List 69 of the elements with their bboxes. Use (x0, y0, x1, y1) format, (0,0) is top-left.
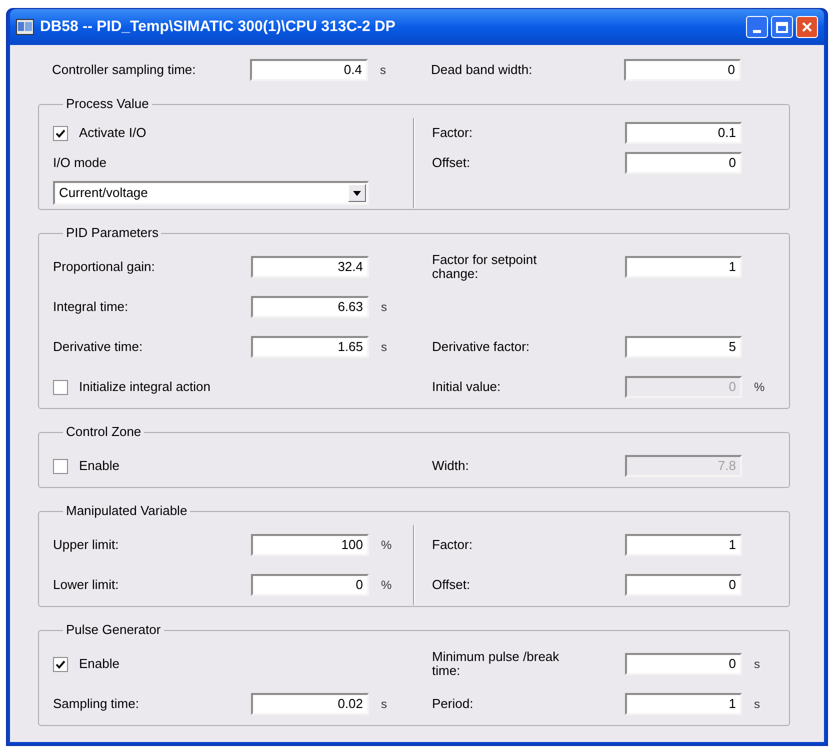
field-label: Width: (432, 459, 470, 473)
field-label: Proportional gain: (53, 260, 156, 274)
group-title: Manipulated Variable (65, 503, 188, 519)
input-field[interactable]: 0.4 (250, 59, 368, 81)
input-field[interactable]: 1 (625, 534, 742, 556)
input-field[interactable]: 1 (625, 693, 742, 715)
checkbox-label: Enable (79, 457, 120, 476)
input-field[interactable]: 32.4 (251, 256, 369, 278)
unit-label: s (380, 339, 388, 356)
group-title: Control Zone (65, 424, 142, 440)
unit-label: s (380, 299, 388, 316)
field-label: Dead band width: (431, 63, 534, 77)
checkbox[interactable] (53, 656, 68, 672)
minimize-button[interactable] (746, 16, 768, 38)
unit-label: s (753, 696, 761, 713)
field-label: Factor for setpoint change: (432, 253, 538, 281)
field-label: Factor: (432, 126, 474, 140)
input-field[interactable]: 0.1 (625, 122, 742, 144)
field-label: Offset: (432, 156, 472, 170)
input-field[interactable]: 0.02 (251, 693, 369, 715)
close-icon (801, 21, 813, 33)
input-field[interactable]: 100 (251, 534, 369, 556)
field-label: Derivative time: (53, 340, 144, 354)
group-title: PID Parameters (65, 225, 160, 241)
unit-label: s (380, 696, 388, 713)
field-label: Initial value: (432, 380, 502, 394)
input-field[interactable]: 0 (251, 574, 369, 596)
field-label: Derivative factor: (432, 340, 531, 354)
unit-label: s (753, 656, 761, 673)
field-label: Controller sampling time: (52, 63, 197, 77)
checkbox-label: Activate I/O (79, 124, 146, 142)
checkbox-label: Enable (79, 655, 120, 674)
checkbox[interactable] (53, 458, 68, 474)
field-label: Integral time: (53, 300, 130, 314)
maximize-icon (776, 22, 788, 32)
minimize-icon (753, 30, 761, 33)
input-field[interactable]: 0 (625, 653, 742, 675)
checkbox[interactable] (53, 380, 68, 394)
input-field[interactable]: 5 (625, 336, 742, 358)
field-label: Sampling time: (53, 697, 140, 711)
field-label: Period: (432, 697, 474, 711)
io-mode-dropdown[interactable]: Current/voltage (53, 181, 369, 205)
field-label: Factor: (432, 538, 474, 552)
field-label: Lower limit: (53, 578, 120, 592)
unit-label: % (753, 379, 766, 396)
input-field[interactable]: 1.65 (251, 336, 369, 358)
field-label: Offset: (432, 578, 472, 592)
window-title: DB58 -- PID_Temp\SIMATIC 300(1)\CPU 313C-2 DP (40, 16, 396, 37)
group-title: Pulse Generator (65, 622, 162, 638)
unit-label: s (379, 62, 387, 79)
field-label: Upper limit: (53, 538, 120, 552)
checkbox-label: Initialize integral action (79, 378, 211, 396)
check-icon (55, 658, 66, 670)
input-field[interactable]: 6.63 (251, 296, 369, 318)
input-field[interactable]: 0 (625, 152, 742, 174)
input-field[interactable]: 0 (624, 59, 741, 81)
check-icon (55, 128, 66, 138)
input-field[interactable]: 0 (625, 574, 742, 596)
field-label: Minimum pulse /break time: (432, 650, 560, 678)
close-button[interactable] (796, 16, 818, 38)
field-label: I/O mode (53, 154, 108, 172)
group-title: Process Value (65, 96, 150, 112)
checkbox[interactable] (53, 126, 68, 140)
caret-icon (353, 190, 361, 196)
input-field[interactable]: 1 (625, 256, 742, 278)
maximize-button[interactable] (771, 16, 793, 38)
unit-label: % (380, 577, 393, 594)
window-app-icon (16, 19, 34, 35)
unit-label: % (380, 537, 393, 554)
